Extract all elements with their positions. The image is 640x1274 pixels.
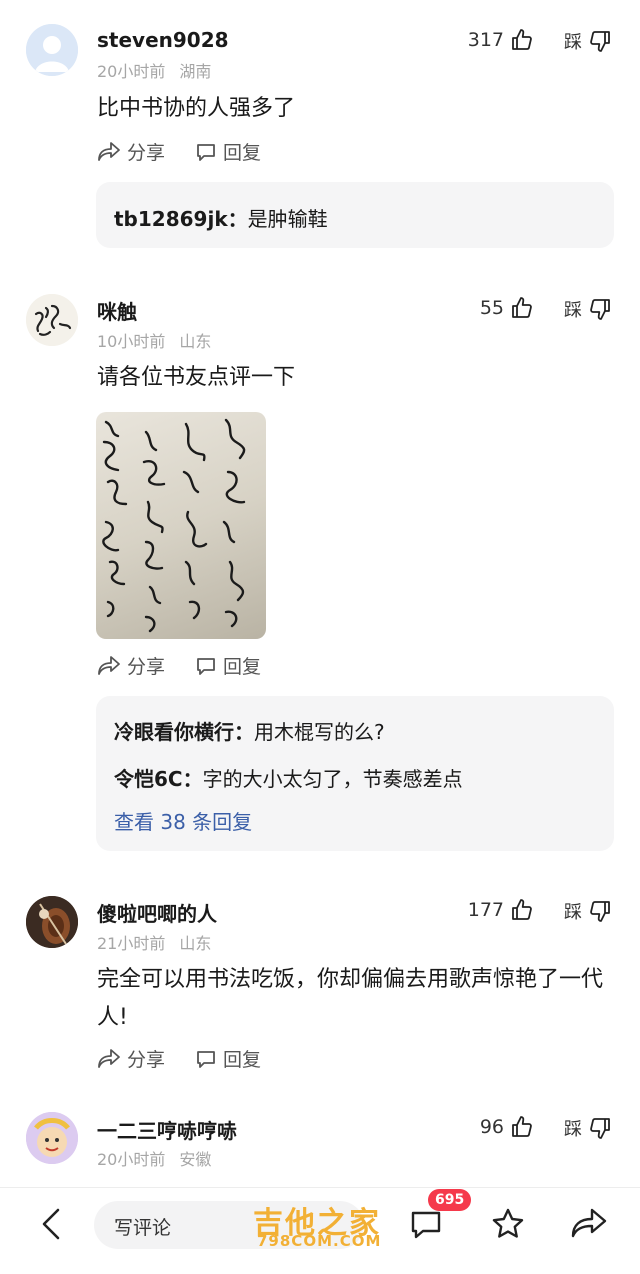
- reply-preview[interactable]: tb12869jk：是肿输鞋: [96, 182, 614, 248]
- share-label: 分享: [127, 656, 166, 678]
- username[interactable]: 咪触: [97, 296, 137, 325]
- dislike-button[interactable]: 踩: [564, 898, 612, 924]
- comment-count-badge: 695: [428, 1189, 472, 1211]
- watermark-logo: 吉他之家 798COM.COM: [253, 1198, 403, 1254]
- avatar[interactable]: [26, 1112, 78, 1164]
- reply-label: 回复: [223, 142, 262, 164]
- comment-meta: 21小时前 山东: [97, 930, 211, 954]
- reply-item: 冷眼看你横行：用木棍写的么?: [114, 716, 385, 745]
- thumbs-up-icon: [510, 296, 534, 320]
- like-button[interactable]: 177: [468, 898, 534, 922]
- location: 山东: [179, 332, 212, 351]
- location: 湖南: [179, 62, 212, 81]
- share-button[interactable]: 分享: [97, 652, 165, 679]
- username[interactable]: 一二三哼哧哼哧: [97, 1115, 237, 1144]
- share-page-button[interactable]: [570, 1206, 608, 1244]
- dislike-label: 踩: [564, 1119, 582, 1140]
- comment-input-placeholder: 写评论: [114, 1217, 172, 1239]
- timestamp: 10小时前: [97, 332, 166, 351]
- reply-button[interactable]: 回复: [195, 1045, 261, 1072]
- timestamp: 20小时前: [97, 62, 166, 81]
- reply-item: tb12869jk：是肿输鞋: [114, 203, 328, 232]
- reply-label: 回复: [223, 656, 262, 678]
- thumbs-down-icon: [588, 1116, 612, 1140]
- location: 山东: [179, 934, 212, 953]
- avatar[interactable]: [26, 24, 78, 76]
- watermark-subtext: 798COM.COM: [257, 1232, 382, 1250]
- star-icon: [492, 1208, 524, 1238]
- share-label: 分享: [127, 1049, 166, 1071]
- dislike-button[interactable]: 踩: [564, 1115, 612, 1141]
- comment-meta: 20小时前 安徽: [97, 1146, 211, 1170]
- reply-label: 回复: [223, 1049, 262, 1071]
- reply-icon: [195, 1048, 217, 1070]
- reply-button[interactable]: 回复: [195, 138, 261, 165]
- dislike-label: 踩: [564, 300, 582, 321]
- calligraphy-image[interactable]: [96, 412, 266, 639]
- thumbs-down-icon: [588, 297, 612, 321]
- timestamp: 21小时前: [97, 934, 166, 953]
- comment-bubble-icon: [411, 1211, 441, 1239]
- chevron-left-icon: [42, 1208, 60, 1240]
- comments-button[interactable]: [409, 1208, 443, 1244]
- avatar[interactable]: [26, 294, 78, 346]
- like-count: 177: [467, 899, 504, 921]
- dislike-button[interactable]: 踩: [564, 28, 612, 54]
- comment-meta: 10小时前 山东: [97, 328, 211, 352]
- share-icon: [97, 1048, 121, 1070]
- thumbs-down-icon: [588, 899, 612, 923]
- like-button[interactable]: 55: [480, 296, 534, 320]
- reply-preview[interactable]: 冷眼看你横行：用木棍写的么? 令恺6C：字的大小太匀了，节奏感差点 查看 38 …: [96, 696, 614, 851]
- comment-meta: 20小时前 湖南: [97, 58, 211, 82]
- like-button[interactable]: 317: [468, 28, 534, 52]
- share-icon: [97, 655, 121, 677]
- location: 安徽: [179, 1150, 212, 1169]
- thumbs-up-icon: [510, 898, 534, 922]
- comment-text: 请各位书友点评一下: [97, 365, 296, 390]
- thumbs-down-icon: [588, 29, 612, 53]
- avatar[interactable]: [26, 896, 78, 948]
- comment-actions: 分享 回复: [97, 138, 291, 165]
- share-icon: [97, 141, 121, 163]
- reply-username[interactable]: 冷眼看你横行：: [114, 720, 254, 744]
- dislike-label: 踩: [564, 32, 582, 53]
- comment-text: 比中书协的人强多了: [97, 96, 296, 121]
- username[interactable]: steven9028: [97, 28, 229, 52]
- like-button[interactable]: 96: [480, 1115, 534, 1139]
- comment-actions: 分享 回复: [97, 1045, 291, 1072]
- like-count: 55: [479, 297, 504, 319]
- reply-username[interactable]: tb12869jk：: [114, 207, 248, 231]
- back-button[interactable]: [38, 1206, 64, 1246]
- reply-username[interactable]: 令恺6C：: [114, 767, 203, 791]
- reply-text: 用木棍写的么?: [254, 720, 385, 744]
- dislike-label: 踩: [564, 902, 582, 923]
- bottom-toolbar: 写评论 吉他之家 798COM.COM 695: [0, 1187, 640, 1274]
- share-label: 分享: [127, 142, 166, 164]
- share-button[interactable]: 分享: [97, 1045, 165, 1072]
- share-button[interactable]: 分享: [97, 138, 165, 165]
- share-arrow-icon: [571, 1208, 607, 1238]
- reply-icon: [195, 655, 217, 677]
- reply-text: 是肿输鞋: [247, 207, 328, 231]
- timestamp: 20小时前: [97, 1150, 166, 1169]
- reply-text: 字的大小太匀了，节奏感差点: [202, 767, 463, 791]
- dislike-button[interactable]: 踩: [564, 296, 612, 322]
- view-more-replies-link[interactable]: 查看 38 条回复: [114, 806, 252, 835]
- comment-text: 完全可以用书法吃饭，你却偏偏去用歌声惊艳了一代人!: [97, 967, 604, 1030]
- thumbs-up-icon: [510, 1115, 534, 1139]
- favorite-button[interactable]: [490, 1206, 526, 1246]
- like-count: 96: [479, 1116, 504, 1138]
- reply-item: 令恺6C：字的大小太匀了，节奏感差点: [114, 763, 463, 792]
- like-count: 317: [467, 29, 504, 51]
- reply-button[interactable]: 回复: [195, 652, 261, 679]
- username[interactable]: 傻啦吧唧的人: [97, 898, 217, 927]
- comment-actions: 分享 回复: [97, 652, 291, 679]
- reply-icon: [195, 141, 217, 163]
- thumbs-up-icon: [510, 28, 534, 52]
